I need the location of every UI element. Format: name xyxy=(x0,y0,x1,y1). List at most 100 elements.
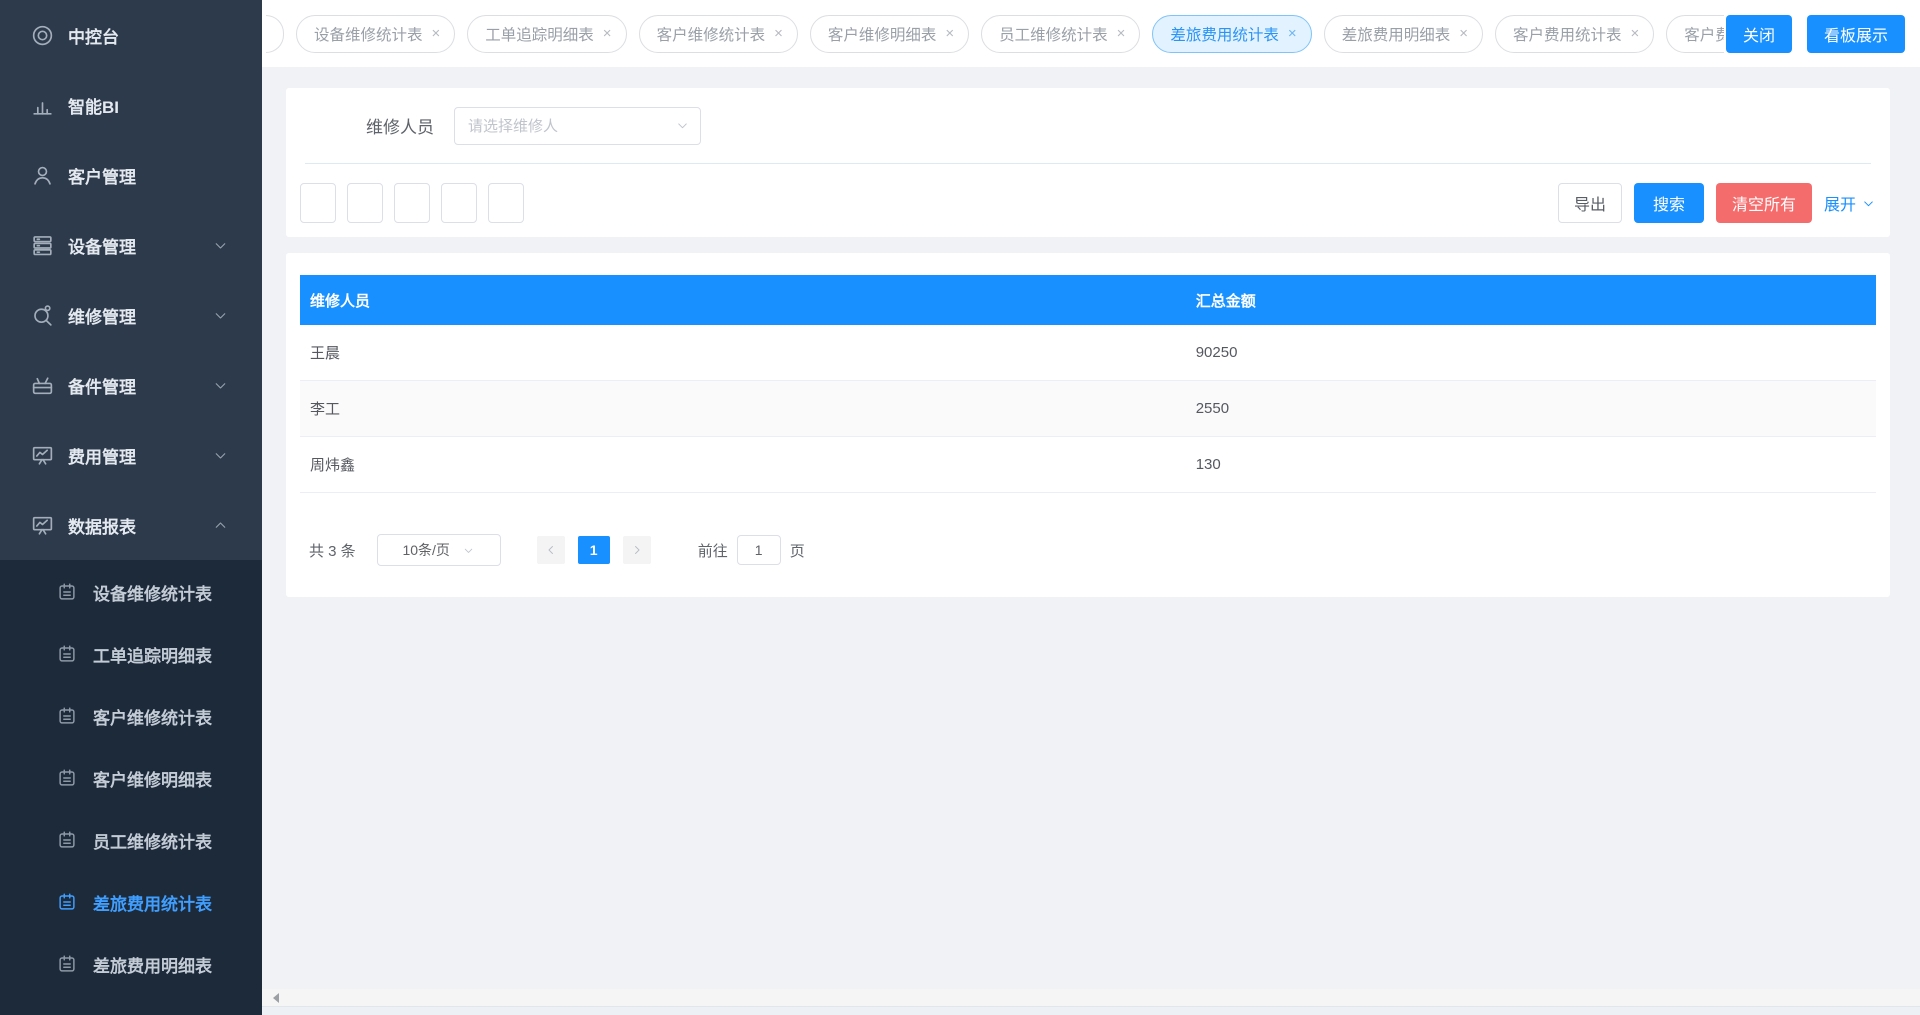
report-period-button[interactable] xyxy=(441,183,477,223)
report-sheet-icon xyxy=(56,891,78,913)
tab-strip: 设备维修统计表 × 工单追踪明细表 × 客户维修统计表 × 客户维修明细表 × xyxy=(262,0,1920,67)
bi-chart-icon xyxy=(30,93,55,118)
repair-icon xyxy=(30,303,55,328)
sidebar-menu-label: 智能BI xyxy=(68,93,119,118)
tab[interactable]: 客户费用统计表 × xyxy=(1495,15,1654,53)
devices-icon xyxy=(30,233,55,258)
tab-partial-left[interactable] xyxy=(266,15,284,53)
board-display-button[interactable]: 看板展示 xyxy=(1807,15,1905,53)
table-row[interactable]: 周炜鑫 130 xyxy=(300,437,1876,493)
filter-row: 维修人员 请选择维修人 xyxy=(300,88,1876,163)
table-row[interactable]: 李工 2550 xyxy=(300,381,1876,437)
close-icon[interactable]: × xyxy=(603,26,612,41)
sidebar-submenu-label: 客户维修明细表 xyxy=(93,766,212,791)
sidebar-menu-item[interactable]: 中控台 xyxy=(0,0,262,70)
tab[interactable]: 差旅费用统计表 × xyxy=(1152,15,1311,53)
cell-amount: 90250 xyxy=(1186,344,1876,361)
column-header-amount: 汇总金额 xyxy=(1186,290,1876,311)
sidebar-menu-item[interactable]: 客户管理 xyxy=(0,140,262,210)
sidebar-menu-label: 设备管理 xyxy=(68,233,136,258)
next-page-button[interactable] xyxy=(623,536,651,564)
table-row[interactable]: 王晨 90250 xyxy=(300,325,1876,381)
tab-label: 差旅费用统计表 xyxy=(1170,23,1279,45)
sidebar-menu-item[interactable]: 维修管理 xyxy=(0,280,262,350)
chevron-right-icon xyxy=(630,543,644,557)
app-window: 中控台 智能BI 客户管理 设备管理 维修管理 xyxy=(0,0,1920,1015)
repairer-select[interactable]: 请选择维修人 xyxy=(454,107,701,145)
close-icon[interactable]: × xyxy=(774,26,783,41)
sidebar-menu-label: 费用管理 xyxy=(68,443,136,468)
tab-label: 工单追踪明细表 xyxy=(485,23,594,45)
report-period-button[interactable] xyxy=(347,183,383,223)
report-sheet-icon xyxy=(56,581,78,603)
prev-page-button[interactable] xyxy=(537,536,565,564)
cell-amount: 2550 xyxy=(1186,400,1876,417)
filter-actions: 导出 搜索 清空所有 展开 xyxy=(1558,183,1876,223)
sidebar-menu-item[interactable]: 设备管理 xyxy=(0,210,262,280)
goto-unit: 页 xyxy=(790,540,805,561)
report-period-button[interactable] xyxy=(394,183,430,223)
sidebar-submenu-item[interactable]: 差旅费用明细表 xyxy=(0,933,262,995)
close-icon[interactable]: × xyxy=(1459,26,1468,41)
report-board-icon xyxy=(30,513,55,538)
sidebar-menu-item[interactable]: 智能BI xyxy=(0,70,262,140)
chevron-down-icon xyxy=(1861,196,1876,211)
sidebar-submenu-item[interactable]: 工单追踪明细表 xyxy=(0,623,262,685)
tab[interactable]: 客户维修统计表 × xyxy=(639,15,798,53)
chevron-down-icon xyxy=(212,237,229,254)
sidebar-menu-item[interactable]: 费用管理 xyxy=(0,420,262,490)
close-icon[interactable]: × xyxy=(432,26,441,41)
expand-link[interactable]: 展开 xyxy=(1824,191,1876,215)
tab[interactable]: 工单追踪明细表 × xyxy=(467,15,626,53)
report-period-button[interactable] xyxy=(300,183,336,223)
close-icon[interactable]: × xyxy=(1117,26,1126,41)
close-icon[interactable]: × xyxy=(1288,26,1297,41)
goto-page-input[interactable] xyxy=(737,535,781,565)
sidebar-submenu-item[interactable]: 客户维修明细表 xyxy=(0,747,262,809)
sidebar-submenu-label: 设备维修统计表 xyxy=(93,580,212,605)
sidebar-submenu-item[interactable]: 差旅费用统计表 xyxy=(0,871,262,933)
main-area: 设备维修统计表 × 工单追踪明细表 × 客户维修统计表 × 客户维修明细表 × xyxy=(262,0,1920,1015)
tab-label: 员工维修统计表 xyxy=(999,23,1108,45)
report-sheet-icon xyxy=(56,705,78,727)
export-button[interactable]: 导出 xyxy=(1558,183,1622,223)
column-header-repairer: 维修人员 xyxy=(300,290,1186,311)
tabbar-actions: 关闭 看板展示 xyxy=(1724,0,1920,67)
page-number-1[interactable]: 1 xyxy=(578,536,610,564)
sidebar-menu: 中控台 智能BI 客户管理 设备管理 维修管理 xyxy=(0,0,262,560)
tab[interactable]: 设备维修统计表 × xyxy=(296,15,455,53)
scroll-left-arrow-icon[interactable] xyxy=(268,993,279,1003)
close-tabs-button[interactable]: 关闭 xyxy=(1726,15,1792,53)
cell-repairer: 李工 xyxy=(300,398,1186,419)
sidebar-submenu-item[interactable]: 设备维修统计表 xyxy=(0,561,262,623)
filter-card: 维修人员 请选择维修人 导出 搜索 清空所有 xyxy=(286,88,1890,237)
sidebar-submenu-label: 客户维修统计表 xyxy=(93,704,212,729)
tab-label: 客户费用统计表 xyxy=(1513,23,1622,45)
tab[interactable]: 客户维修明细表 × xyxy=(810,15,969,53)
chevron-down-icon xyxy=(212,377,229,394)
tabbar: 设备维修统计表 × 工单追踪明细表 × 客户维修统计表 × 客户维修明细表 × xyxy=(262,0,1920,67)
report-sheet-icon xyxy=(56,953,78,975)
horizontal-scrollbar[interactable] xyxy=(262,989,1920,1006)
report-period-button[interactable] xyxy=(488,183,524,223)
filter-divider xyxy=(305,163,1871,164)
expense-board-icon xyxy=(30,443,55,468)
sidebar-menu-label: 备件管理 xyxy=(68,373,136,398)
pagination: 共 3 条 10条/页 1 前往 页 xyxy=(300,534,1876,566)
close-icon[interactable]: × xyxy=(945,26,954,41)
page-size-select[interactable]: 10条/页 xyxy=(377,534,501,566)
sidebar-menu-item[interactable]: 数据报表 xyxy=(0,490,262,560)
tab[interactable]: 员工维修统计表 × xyxy=(981,15,1140,53)
close-icon[interactable]: × xyxy=(1630,26,1639,41)
chevron-up-icon xyxy=(212,517,229,534)
cell-repairer: 周炜鑫 xyxy=(300,454,1186,475)
sidebar-menu-item[interactable]: 备件管理 xyxy=(0,350,262,420)
clear-all-button[interactable]: 清空所有 xyxy=(1716,183,1812,223)
sidebar-submenu-item[interactable]: 员工维修统计表 xyxy=(0,809,262,871)
search-button[interactable]: 搜索 xyxy=(1634,183,1704,223)
tab[interactable]: 差旅费用明细表 × xyxy=(1324,15,1483,53)
console-icon xyxy=(30,23,55,48)
tab-label: 设备维修统计表 xyxy=(314,23,423,45)
sidebar-submenu-item[interactable]: 客户维修统计表 xyxy=(0,685,262,747)
pagination-total: 共 3 条 xyxy=(309,540,356,561)
